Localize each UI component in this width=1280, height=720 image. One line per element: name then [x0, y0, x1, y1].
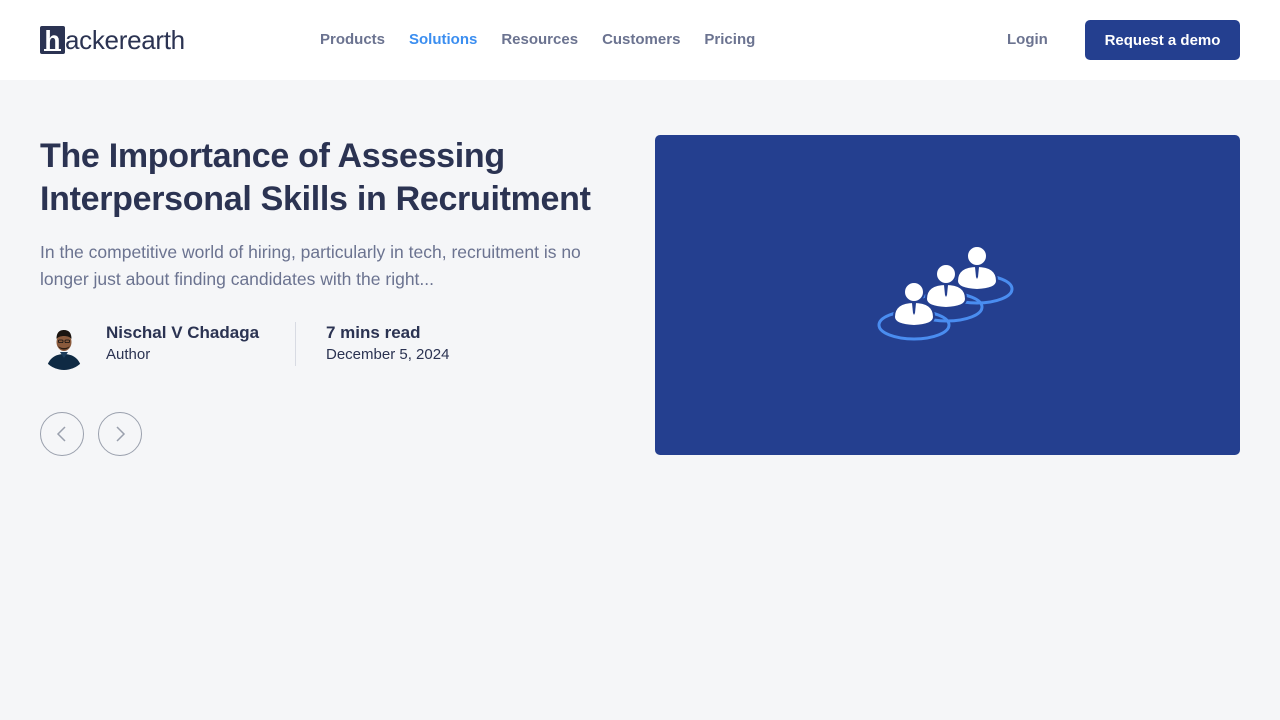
nav-pricing[interactable]: Pricing — [704, 30, 755, 50]
article-excerpt: In the competitive world of hiring, part… — [40, 242, 581, 289]
nav-resources[interactable]: Resources — [501, 30, 578, 50]
nav-solutions[interactable]: Solutions — [409, 30, 477, 50]
read-time: 7 mins read — [326, 323, 421, 342]
chevron-left-icon — [56, 426, 66, 442]
team-people-icon — [877, 245, 1014, 341]
nav-products[interactable]: Products — [320, 30, 385, 50]
article-hero-image[interactable] — [655, 135, 1240, 455]
author-name[interactable]: Nischal V Chadaga — [106, 322, 259, 344]
main-nav: Products Solutions Resources Customers P… — [320, 30, 779, 50]
article-title[interactable]: The Importance of Assessing Interpersona… — [40, 135, 620, 221]
chevron-right-icon — [116, 426, 126, 442]
logo-mark: h — [40, 26, 65, 54]
nav-customers[interactable]: Customers — [602, 30, 680, 50]
author-avatar — [40, 322, 88, 370]
meta-divider — [295, 322, 296, 366]
logo-wordmark: ackerearth — [65, 25, 185, 55]
publish-date: December 5, 2024 — [326, 346, 450, 363]
hackerearth-logo[interactable]: h ackerearth — [40, 24, 185, 54]
author-role: Author — [106, 346, 151, 363]
carousel-next-button[interactable] — [98, 412, 142, 456]
login-link[interactable]: Login — [1007, 30, 1048, 50]
request-demo-button[interactable]: Request a demo — [1085, 20, 1240, 60]
site-header: h ackerearth Products Solutions Resource… — [0, 0, 1280, 80]
carousel-prev-button[interactable] — [40, 412, 84, 456]
